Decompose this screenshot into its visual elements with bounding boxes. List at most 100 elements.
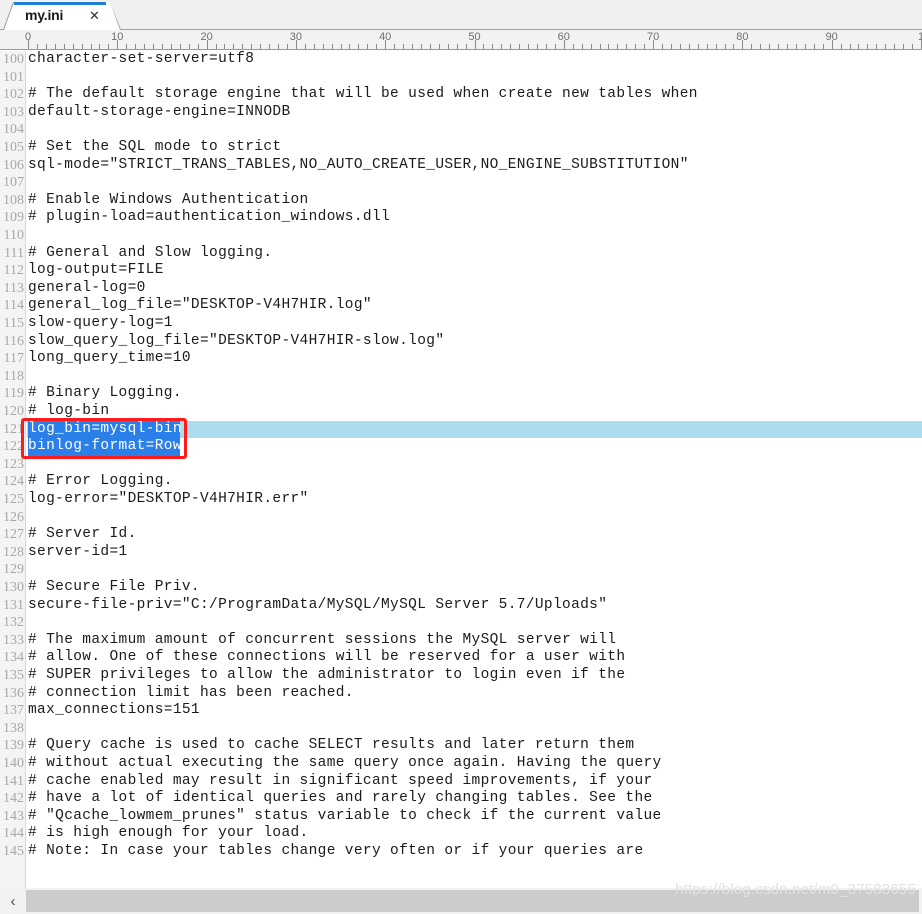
- tab-title: my.ini: [25, 7, 64, 23]
- line-text[interactable]: # connection limit has been reached.: [28, 685, 354, 703]
- code-line[interactable]: 116 slow_query_log_file="DESKTOP-V4H7HIR-…: [0, 333, 922, 351]
- code-line[interactable]: 104: [0, 121, 922, 139]
- code-line[interactable]: 101: [0, 69, 922, 87]
- code-line[interactable]: 121 log_bin=mysql-bin: [0, 420, 922, 439]
- code-line[interactable]: 128 server-id=1: [0, 544, 922, 562]
- line-text[interactable]: # log-bin: [28, 403, 109, 421]
- line-text[interactable]: log-output=FILE: [28, 262, 164, 280]
- code-line[interactable]: 108 # Enable Windows Authentication: [0, 192, 922, 210]
- line-text[interactable]: # without actual executing the same quer…: [28, 755, 662, 773]
- ruler-label: 0: [24, 31, 32, 43]
- line-text[interactable]: # Note: In case your tables change very …: [28, 843, 644, 861]
- line-text[interactable]: long_query_time=10: [28, 350, 191, 368]
- ruler-tick: [867, 44, 869, 49]
- chevron-left-icon[interactable]: ‹: [0, 888, 26, 914]
- line-text[interactable]: # The maximum amount of concurrent sessi…: [28, 632, 616, 650]
- code-line[interactable]: 137 max_connections=151: [0, 702, 922, 720]
- code-line[interactable]: 105 # Set the SQL mode to strict: [0, 139, 922, 157]
- code-line[interactable]: 106 sql-mode="STRICT_TRANS_TABLES,NO_AUTO…: [0, 157, 922, 175]
- ruler-tick: [679, 44, 681, 49]
- code-lines[interactable]: 100 character-set-server=utf8 101 102 # The …: [0, 51, 922, 888]
- line-text[interactable]: general-log=0: [28, 280, 146, 298]
- line-text[interactable]: slow_query_log_file="DESKTOP-V4H7HIR-slo…: [28, 333, 444, 351]
- line-text[interactable]: # Error Logging.: [28, 473, 173, 491]
- code-line[interactable]: 135 # SUPER privileges to allow the admin…: [0, 667, 922, 685]
- code-line[interactable]: 115 slow-query-log=1: [0, 315, 922, 333]
- line-text[interactable]: sql-mode="STRICT_TRANS_TABLES,NO_AUTO_CR…: [28, 157, 689, 175]
- line-text[interactable]: secure-file-priv="C:/ProgramData/MySQL/M…: [28, 597, 607, 615]
- code-line[interactable]: 103 default-storage-engine=INNODB: [0, 104, 922, 122]
- code-line[interactable]: 130 # Secure File Priv.: [0, 579, 922, 597]
- code-line[interactable]: 136 # connection limit has been reached.: [0, 685, 922, 703]
- code-line[interactable]: 133 # The maximum amount of concurrent se…: [0, 632, 922, 650]
- close-icon[interactable]: ✕: [89, 8, 100, 24]
- code-line[interactable]: 122 binlog-format=Row: [0, 438, 922, 456]
- line-number: 112: [3, 263, 24, 279]
- code-line[interactable]: 129: [0, 561, 922, 579]
- code-line[interactable]: 100 character-set-server=utf8: [0, 51, 922, 69]
- code-line[interactable]: 141 # cache enabled may result in signifi…: [0, 773, 922, 791]
- code-line[interactable]: 138: [0, 720, 922, 738]
- code-line[interactable]: 107: [0, 174, 922, 192]
- line-text[interactable]: log-error="DESKTOP-V4H7HIR.err": [28, 491, 309, 509]
- ruler-tick: [90, 44, 92, 49]
- code-line[interactable]: 119 # Binary Logging.: [0, 385, 922, 403]
- code-line[interactable]: 126: [0, 509, 922, 527]
- code-line[interactable]: 139 # Query cache is used to cache SELECT…: [0, 737, 922, 755]
- code-line[interactable]: 120 # log-bin: [0, 403, 922, 421]
- code-line[interactable]: 109 # plugin-load=authentication_windows.…: [0, 209, 922, 227]
- line-text[interactable]: # Binary Logging.: [28, 385, 182, 403]
- code-line[interactable]: 144 # is high enough for your load.: [0, 825, 922, 843]
- ruler-tick: [456, 44, 458, 49]
- line-text[interactable]: max_connections=151: [28, 702, 200, 720]
- ruler-tick: [626, 44, 628, 49]
- line-text[interactable]: # SUPER privileges to allow the administ…: [28, 667, 625, 685]
- line-text[interactable]: # Set the SQL mode to strict: [28, 139, 281, 157]
- line-number: 119: [3, 386, 24, 402]
- line-text[interactable]: # The default storage engine that will b…: [28, 86, 698, 104]
- code-line[interactable]: 114 general_log_file="DESKTOP-V4H7HIR.log…: [0, 297, 922, 315]
- ruler-tick: [367, 44, 369, 49]
- line-text[interactable]: general_log_file="DESKTOP-V4H7HIR.log": [28, 297, 372, 315]
- code-editor[interactable]: 100 character-set-server=utf8 101 102 # The …: [0, 51, 922, 888]
- code-line[interactable]: 134 # allow. One of these connections wil…: [0, 649, 922, 667]
- code-line[interactable]: 125 log-error="DESKTOP-V4H7HIR.err": [0, 491, 922, 509]
- line-text[interactable]: # Server Id.: [28, 526, 137, 544]
- line-text[interactable]: server-id=1: [28, 544, 128, 562]
- ruler-label: 30: [289, 31, 303, 43]
- code-line[interactable]: 132: [0, 614, 922, 632]
- code-line[interactable]: 113 general-log=0: [0, 280, 922, 298]
- code-line[interactable]: 111 # General and Slow logging.: [0, 245, 922, 263]
- line-text[interactable]: # cache enabled may result in significan…: [28, 773, 653, 791]
- line-text[interactable]: # "Qcache_lowmem_prunes" status variable…: [28, 808, 662, 826]
- ruler-tick: [519, 44, 521, 49]
- line-text[interactable]: # Secure File Priv.: [28, 579, 200, 597]
- line-text[interactable]: # allow. One of these connections will b…: [28, 649, 625, 667]
- line-text[interactable]: default-storage-engine=INNODB: [28, 104, 291, 122]
- code-line[interactable]: 112 log-output=FILE: [0, 262, 922, 280]
- line-text[interactable]: log_bin=mysql-bin: [28, 421, 182, 439]
- code-line[interactable]: 124 # Error Logging.: [0, 473, 922, 491]
- line-text[interactable]: # Enable Windows Authentication: [28, 192, 309, 210]
- code-line[interactable]: 110: [0, 227, 922, 245]
- code-line[interactable]: 118: [0, 368, 922, 386]
- code-line[interactable]: 117 long_query_time=10: [0, 350, 922, 368]
- line-text[interactable]: # have a lot of identical queries and ra…: [28, 790, 653, 808]
- code-line[interactable]: 140 # without actual executing the same q…: [0, 755, 922, 773]
- code-line[interactable]: 142 # have a lot of identical queries and…: [0, 790, 922, 808]
- line-text[interactable]: # plugin-load=authentication_windows.dll: [28, 209, 390, 227]
- code-line[interactable]: 143 # "Qcache_lowmem_prunes" status varia…: [0, 808, 922, 826]
- line-text[interactable]: # is high enough for your load.: [28, 825, 309, 843]
- line-text[interactable]: # General and Slow logging.: [28, 245, 272, 263]
- ruler-tick: [438, 44, 440, 49]
- code-line[interactable]: 123: [0, 456, 922, 474]
- line-text[interactable]: binlog-format=Row: [28, 438, 182, 456]
- ruler-tick: [188, 44, 190, 49]
- line-text[interactable]: character-set-server=utf8: [28, 51, 254, 69]
- code-line[interactable]: 145 # Note: In case your tables change ve…: [0, 843, 922, 861]
- code-line[interactable]: 131 secure-file-priv="C:/ProgramData/MySQ…: [0, 597, 922, 615]
- code-line[interactable]: 127 # Server Id.: [0, 526, 922, 544]
- line-text[interactable]: # Query cache is used to cache SELECT re…: [28, 737, 634, 755]
- line-text[interactable]: slow-query-log=1: [28, 315, 173, 333]
- code-line[interactable]: 102 # The default storage engine that wil…: [0, 86, 922, 104]
